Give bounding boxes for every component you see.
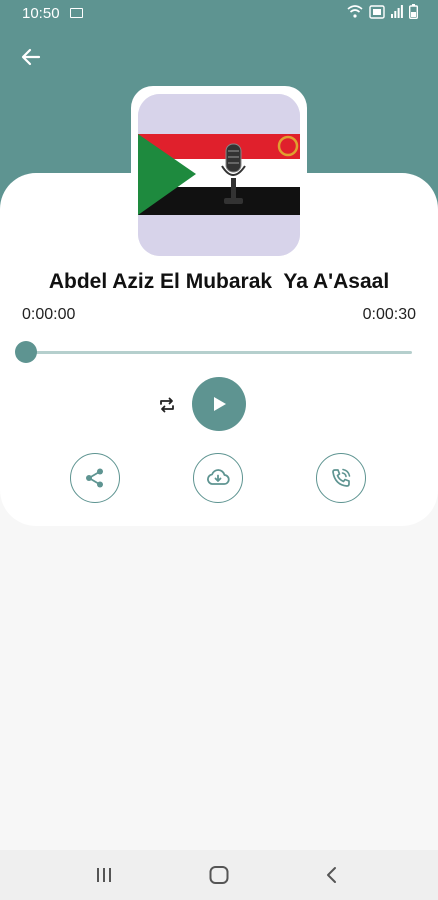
status-icons <box>347 4 418 19</box>
recent-apps-button[interactable] <box>74 850 134 900</box>
play-button[interactable] <box>192 377 246 431</box>
battery-icon <box>409 4 418 19</box>
cloud-download-icon <box>207 469 230 485</box>
back-button[interactable] <box>14 40 48 74</box>
status-bar: 10:50 <box>0 0 438 26</box>
track-title: Abdel Aziz El Mubarak Ya A'Asaal <box>48 270 390 293</box>
total-duration: 0:00:30 <box>362 306 416 323</box>
sudan-flag-microphone-image <box>138 93 300 256</box>
volte-icon <box>369 4 385 19</box>
call-button[interactable] <box>316 453 366 503</box>
download-button[interactable] <box>193 453 243 503</box>
seek-thumb[interactable] <box>15 341 37 363</box>
album-cover <box>138 93 300 256</box>
nav-back-button[interactable] <box>302 850 362 900</box>
phone-call-icon <box>332 468 351 487</box>
signal-icon <box>391 4 403 18</box>
home-icon <box>209 866 229 884</box>
share-icon <box>86 468 103 488</box>
share-button[interactable] <box>70 453 120 503</box>
system-navigation-bar <box>0 850 438 900</box>
recent-apps-icon <box>97 868 111 882</box>
home-button[interactable] <box>189 850 249 900</box>
current-time: 0:00:00 <box>22 306 76 323</box>
gallery-notification-icon <box>70 8 83 18</box>
chevron-left-icon <box>327 867 336 883</box>
repeat-icon <box>160 397 174 413</box>
seek-bar[interactable] <box>26 351 412 354</box>
status-time: 10:50 <box>22 5 60 22</box>
repeat-button[interactable] <box>155 393 179 417</box>
album-cover-frame <box>131 86 307 263</box>
play-icon <box>214 397 226 411</box>
wifi-icon <box>347 4 363 18</box>
arrow-left-icon <box>21 48 41 66</box>
